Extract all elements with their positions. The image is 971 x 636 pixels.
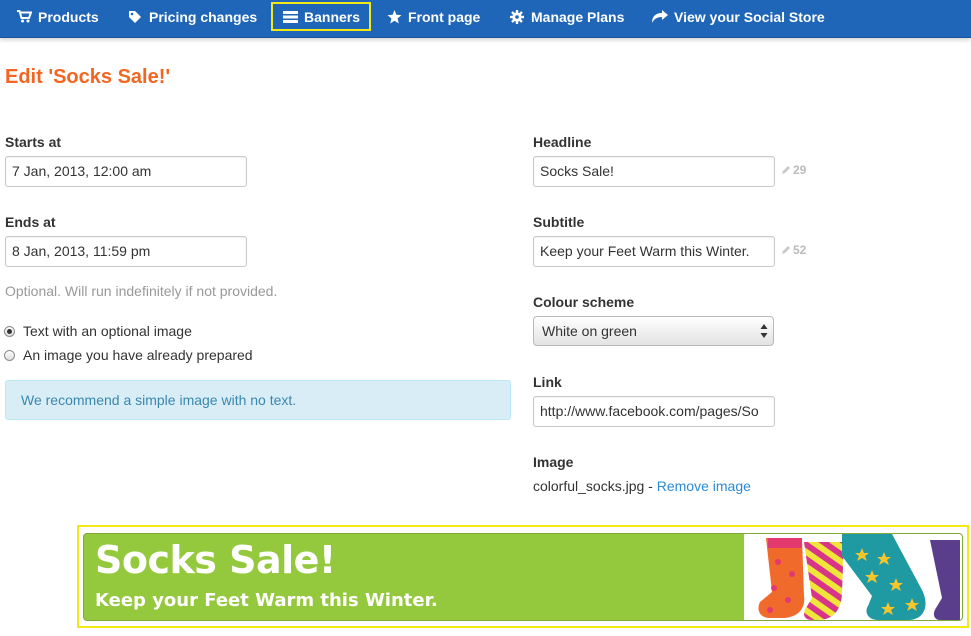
banner-socks-image [744,534,962,620]
page-title: Edit 'Socks Sale!' [5,66,171,88]
share-arrow-icon [652,9,668,25]
subtitle-label: Subtitle [533,214,585,230]
nav-products-label: Products [38,8,99,25]
radio-prepared-image[interactable]: An image you have already prepared [4,347,253,363]
select-arrows-icon [760,324,768,338]
headline-label: Headline [533,134,592,150]
top-nav: Products Pricing changes Banners Front p… [0,0,971,38]
nav-manage-plans[interactable]: Manage Plans [509,0,624,33]
radio-label: An image you have already prepared [23,347,253,363]
subtitle-input[interactable]: Keep your Feet Warm this Winter. [533,236,775,267]
pencil-icon [782,246,790,254]
radio-text-with-image[interactable]: Text with an optional image [4,323,192,339]
gear-icon [509,9,525,25]
image-label: Image [533,454,574,470]
nav-pricing-label: Pricing changes [149,8,258,25]
nav-view-store-label: View your Social Store [674,8,825,25]
nav-products[interactable]: Products [16,0,99,33]
headline-char-counter: 29 [781,163,806,177]
recommendation-alert: We recommend a simple image with no text… [5,380,511,420]
ends-at-help: Optional. Will run indefinitely if not p… [5,283,278,299]
radio-button[interactable] [4,349,15,361]
nav-front-page-label: Front page [408,8,481,25]
radio-label: Text with an optional image [23,323,192,339]
link-label: Link [533,374,562,390]
headline-chars-left: 29 [793,163,807,177]
star-icon [386,9,402,25]
nav-view-social-store[interactable]: View your Social Store [652,0,825,33]
banner-headline: Socks Sale! [95,538,336,582]
subtitle-chars-left: 52 [793,243,807,257]
cart-icon [16,9,32,25]
ends-at-label: Ends at [5,214,56,230]
banner-preview: Socks Sale! Keep your Feet Warm this Win… [83,533,963,621]
starts-at-input[interactable]: 7 Jan, 2013, 12:00 am [5,156,247,187]
starts-at-label: Starts at [5,134,62,150]
radio-button-checked[interactable] [4,325,15,337]
nav-front-page[interactable]: Front page [386,0,480,33]
colour-scheme-select[interactable]: White on green [533,316,774,346]
link-input[interactable]: http://www.facebook.com/pages/So [533,396,775,427]
nav-pricing-changes[interactable]: Pricing changes [127,0,257,33]
pencil-icon [782,166,790,174]
nav-manage-plans-label: Manage Plans [531,8,625,25]
image-info: colorful_socks.jpg - Remove image [533,478,751,494]
list-icon [282,9,298,25]
remove-image-link[interactable]: Remove image [657,478,751,494]
ends-at-input[interactable]: 8 Jan, 2013, 11:59 pm [5,236,247,267]
image-filename: colorful_socks.jpg [533,478,645,494]
image-separator: - [644,478,657,494]
nav-banners[interactable]: Banners [271,2,372,31]
socks-illustration [758,534,960,620]
tag-icon [127,9,143,25]
colour-scheme-value: White on green [542,323,637,339]
headline-input[interactable]: Socks Sale! [533,156,775,187]
banner-preview-frame: Socks Sale! Keep your Feet Warm this Win… [77,525,969,628]
colour-scheme-label: Colour scheme [533,294,635,310]
banner-subtitle: Keep your Feet Warm this Winter. [95,590,438,611]
subtitle-char-counter: 52 [781,243,806,257]
nav-banners-label: Banners [304,8,361,25]
